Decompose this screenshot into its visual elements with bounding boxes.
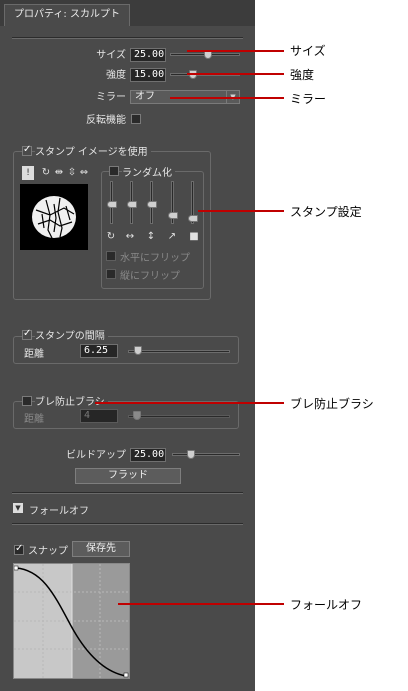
random-slider-4-thumb[interactable] (168, 211, 178, 219)
properties-panel: プロパティ: スカルプト サイズ 25.00 強度 15.00 ミラー オフ ▼… (0, 0, 255, 691)
strength-field[interactable]: 15.00 (130, 68, 166, 82)
random-slider-5-thumb[interactable] (188, 215, 198, 223)
buildup-slider-thumb[interactable] (187, 450, 195, 459)
random-slider-2-thumb[interactable] (127, 200, 137, 208)
randomize-checkbox[interactable] (109, 166, 119, 176)
lazy-brush-label: ブレ防止ブラシ (35, 393, 108, 408)
expand-falloff-icon[interactable]: ▼ (13, 503, 23, 513)
snap-checkbox[interactable] (14, 543, 24, 555)
callout-line-mirror (170, 97, 284, 99)
spacing-distance-field[interactable]: 6.25 (80, 344, 118, 358)
lazy-slider-thumb[interactable] (132, 411, 141, 420)
random-scale-v-icon[interactable]: ↕ (145, 232, 157, 242)
mirror-label: ミラー (96, 92, 126, 103)
callout-line-falloff (118, 603, 284, 605)
spacing-slider-track[interactable] (128, 350, 230, 353)
size-field[interactable]: 25.00 (130, 48, 166, 62)
flip-horizontal-small-icon[interactable]: ⇔ (78, 168, 90, 178)
random-scale-h-icon[interactable]: ↔ (124, 232, 136, 242)
flip-horizontal-label: 水平にフリップ (120, 253, 190, 264)
spacing-checkbox[interactable] (22, 328, 32, 340)
falloff-label[interactable]: フォールオフ (29, 502, 89, 517)
callout-size: サイズ (290, 44, 326, 58)
flood-button[interactable]: フラッド (75, 468, 181, 484)
flip-horizontal-icon[interactable]: ⇹ (53, 168, 65, 178)
randomize-label: ランダム化 (122, 164, 175, 179)
falloff-curve-editor[interactable] (13, 563, 130, 679)
random-rotate-icon[interactable]: ↻ (105, 232, 117, 242)
buildup-slider-track[interactable] (172, 453, 240, 456)
snap-label: スナップ (28, 546, 68, 557)
use-stamp-label: スタンプ イメージを使用 (35, 143, 151, 158)
separator (12, 523, 243, 525)
flip-horizontal-checkbox[interactable] (106, 251, 116, 261)
flip-vertical-icon[interactable]: ⇳ (66, 168, 78, 178)
stamp-lock-icon[interactable]: ! (22, 166, 34, 180)
separator (12, 492, 243, 494)
spacing-slider-thumb[interactable] (133, 346, 142, 355)
save-preset-button[interactable]: 保存先 (72, 541, 130, 557)
lazy-brush-checkbox[interactable] (22, 396, 32, 406)
rotate-icon[interactable]: ↻ (40, 168, 52, 178)
tab-bar: プロパティ: スカルプト (0, 0, 255, 26)
lazy-slider-track[interactable] (128, 415, 230, 418)
separator (12, 37, 243, 39)
strength-label: 強度 (106, 70, 126, 81)
random-fade-icon[interactable]: ■ (188, 232, 200, 242)
callout-lazy: ブレ防止ブラシ (290, 397, 374, 411)
spacing-label: スタンプの間隔 (35, 327, 108, 342)
flip-vertical-label: 縦にフリップ (120, 271, 180, 282)
callout-strength: 強度 (290, 68, 315, 82)
random-offset-icon[interactable]: ↗ (166, 232, 178, 242)
lazy-distance-label: 距離 (24, 414, 44, 425)
use-stamp-checkbox[interactable] (22, 144, 32, 156)
stamp-image-preview[interactable] (20, 184, 88, 250)
mirror-value: オフ (135, 91, 155, 102)
callout-line-stamp (198, 210, 284, 212)
random-slider-1-thumb[interactable] (107, 200, 117, 208)
size-label: サイズ (96, 50, 126, 61)
tab-properties-sculpt[interactable]: プロパティ: スカルプト (4, 4, 130, 26)
callout-mirror: ミラー (290, 92, 327, 106)
spacing-distance-label: 距離 (24, 349, 44, 360)
callout-falloff: フォールオフ (290, 598, 363, 612)
invert-label: 反転機能 (86, 115, 126, 126)
callout-line-strength (187, 73, 284, 75)
buildup-label: ビルドアップ (66, 450, 126, 461)
callout-line-size (187, 50, 284, 52)
buildup-field[interactable]: 25.00 (130, 448, 166, 462)
callout-stamp: スタンプ設定 (290, 205, 362, 219)
callout-line-lazy (95, 402, 284, 404)
lazy-distance-field[interactable]: 4 (80, 409, 118, 423)
invert-checkbox[interactable] (131, 114, 141, 124)
random-slider-3-thumb[interactable] (147, 200, 157, 208)
flip-vertical-checkbox[interactable] (106, 269, 116, 279)
